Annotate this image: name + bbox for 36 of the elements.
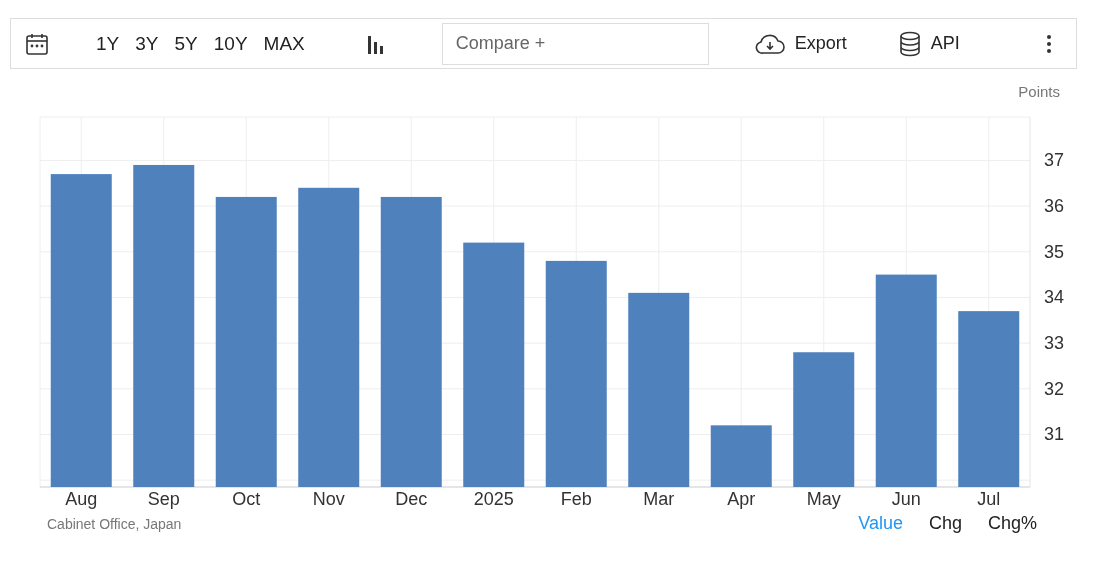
range-button[interactable]: 3Y (128, 30, 166, 57)
range-button[interactable]: 1Y (89, 30, 127, 57)
x-tick-label: Oct (232, 489, 261, 509)
y-tick-label: 37 (1044, 150, 1065, 171)
x-tick-label: Aug (65, 489, 98, 509)
x-tick-label: Sep (147, 489, 180, 509)
y-tick-label: 31 (1044, 424, 1065, 445)
y-tick-label: 34 (1044, 287, 1065, 308)
compare-field[interactable]: Compare + (441, 22, 709, 65)
view-tab[interactable]: Chg% (981, 511, 1043, 536)
x-tick-label: Feb (560, 489, 592, 509)
calendar-icon[interactable] (25, 31, 49, 56)
x-tick-label: Jul (977, 489, 1001, 509)
y-tick-label: 35 (1044, 241, 1065, 262)
x-tick-label: 2025 (473, 489, 514, 509)
api-button[interactable]: API (892, 28, 966, 59)
export-button[interactable]: Export (748, 30, 853, 57)
y-tick-label: 33 (1044, 333, 1065, 354)
axis-unit: Points (1018, 83, 1060, 100)
range-button[interactable]: 5Y (167, 30, 205, 57)
range-button[interactable]: MAX (256, 30, 312, 57)
y-tick-label: 32 (1044, 378, 1065, 399)
x-tick-label: May (806, 489, 841, 509)
range-button[interactable]: 10Y (206, 30, 255, 57)
x-tick-label: Jun (891, 489, 921, 509)
database-icon (898, 30, 921, 57)
y-tick-label: 36 (1044, 196, 1065, 217)
x-tick-label: Apr (727, 489, 756, 509)
x-tick-label: Nov (312, 489, 345, 509)
more-icon[interactable] (1046, 33, 1052, 54)
view-tab[interactable]: Chg (922, 511, 968, 536)
x-tick-label: Dec (395, 489, 428, 509)
source-text: Cabinet Office, Japan (47, 515, 182, 532)
x-tick-label: Mar (643, 489, 675, 509)
cloud-download-icon (754, 32, 785, 55)
bar-chart-icon[interactable] (365, 33, 384, 54)
